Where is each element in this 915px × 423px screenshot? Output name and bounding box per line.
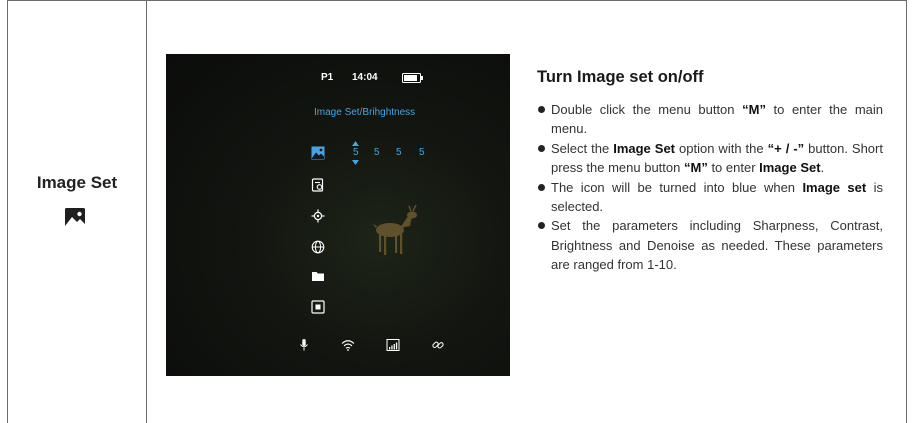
square-settings-icon[interactable] <box>311 300 325 314</box>
instruction-item: Set the parameters including Sharpness, … <box>537 216 883 274</box>
status-bar: P1 14:04 <box>166 72 510 86</box>
deer-silhouette <box>373 204 417 255</box>
reticle-icon[interactable] <box>311 209 325 223</box>
row-label: Image Set <box>36 173 118 192</box>
instructions-panel: Turn Image set on/off Double click the m… <box>537 68 883 275</box>
denoise-value: 5 <box>419 147 425 158</box>
menu-title: Image Set/Brihghtness <box>314 107 416 118</box>
row-label-cell: Image Set <box>8 1 146 423</box>
table-border-right <box>906 0 907 423</box>
instruction-item: Select the Image Set option with the “+ … <box>537 139 883 178</box>
settings-card-icon[interactable] <box>311 178 325 192</box>
instruction-list: Double click the menu button “M” to ente… <box>537 100 883 275</box>
table-column-divider <box>146 0 147 423</box>
increase-arrow-icon[interactable] <box>352 141 359 146</box>
decrease-arrow-icon[interactable] <box>352 160 359 165</box>
battery-icon <box>402 73 423 83</box>
image-set-menu-icon[interactable] <box>311 146 325 160</box>
clock: 14:04 <box>352 72 378 83</box>
image-set-icon <box>65 208 85 228</box>
profile-label: P1 <box>321 72 334 83</box>
instructions-heading: Turn Image set on/off <box>537 68 704 86</box>
signal-bars-icon[interactable] <box>386 338 400 352</box>
microphone-icon[interactable] <box>297 338 311 352</box>
device-screen: P1 14:04 Image Set/Brihghtness 5 5 5 5 <box>166 54 510 376</box>
folder-icon[interactable] <box>311 269 325 283</box>
contrast-value: 5 <box>374 147 380 158</box>
wifi-icon[interactable] <box>341 338 355 352</box>
globe-icon[interactable] <box>311 240 325 254</box>
instruction-item: Double click the menu button “M” to ente… <box>537 100 883 139</box>
link-icon[interactable] <box>431 338 445 352</box>
instruction-item: The icon will be turned into blue when I… <box>537 178 883 217</box>
sharpness-value: 5 <box>353 147 359 158</box>
brightness-value: 5 <box>396 147 402 158</box>
